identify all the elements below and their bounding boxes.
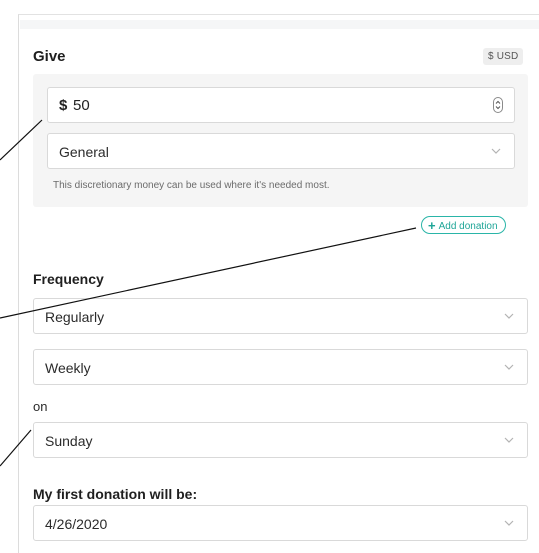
chevron-down-icon (491, 148, 501, 154)
chevron-down-icon (504, 520, 514, 526)
add-donation-button[interactable]: + Add donation (421, 216, 506, 234)
amount-value[interactable]: 50 (73, 97, 90, 114)
interval-select[interactable]: Weekly (33, 349, 528, 385)
on-label: on (33, 399, 48, 414)
first-donation-date-select[interactable]: 4/26/2020 (33, 505, 528, 541)
panel-top-strip (20, 20, 539, 29)
donation-form-screen: Give $ USD $ 50 General This discretiona… (0, 0, 539, 553)
frequency-select[interactable]: Regularly (33, 298, 528, 334)
first-donation-label: My first donation will be: (33, 486, 198, 502)
add-donation-label: Add donation (438, 221, 498, 232)
chevron-down-icon (504, 364, 514, 370)
frequency-label: Frequency (33, 271, 104, 287)
amount-currency-symbol: $ (59, 97, 68, 114)
frequency-selected-value: Regularly (45, 309, 105, 325)
first-donation-date-value: 4/26/2020 (45, 516, 108, 532)
day-selected-value: Sunday (45, 433, 93, 449)
currency-badge[interactable]: $ USD (483, 48, 524, 65)
fund-select[interactable]: General (47, 133, 515, 169)
plus-icon: + (428, 218, 436, 233)
stepper-arrows-icon (495, 100, 501, 110)
fund-description: This discretionary money can be used whe… (53, 180, 330, 191)
fund-selected-value: General (59, 144, 109, 160)
interval-selected-value: Weekly (45, 360, 91, 376)
day-select[interactable]: Sunday (33, 422, 528, 458)
give-title: Give (33, 48, 66, 65)
stepper-icon[interactable] (493, 97, 503, 113)
chevron-down-icon (504, 313, 514, 319)
chevron-down-icon (504, 437, 514, 443)
amount-input[interactable]: $ 50 (47, 87, 515, 123)
